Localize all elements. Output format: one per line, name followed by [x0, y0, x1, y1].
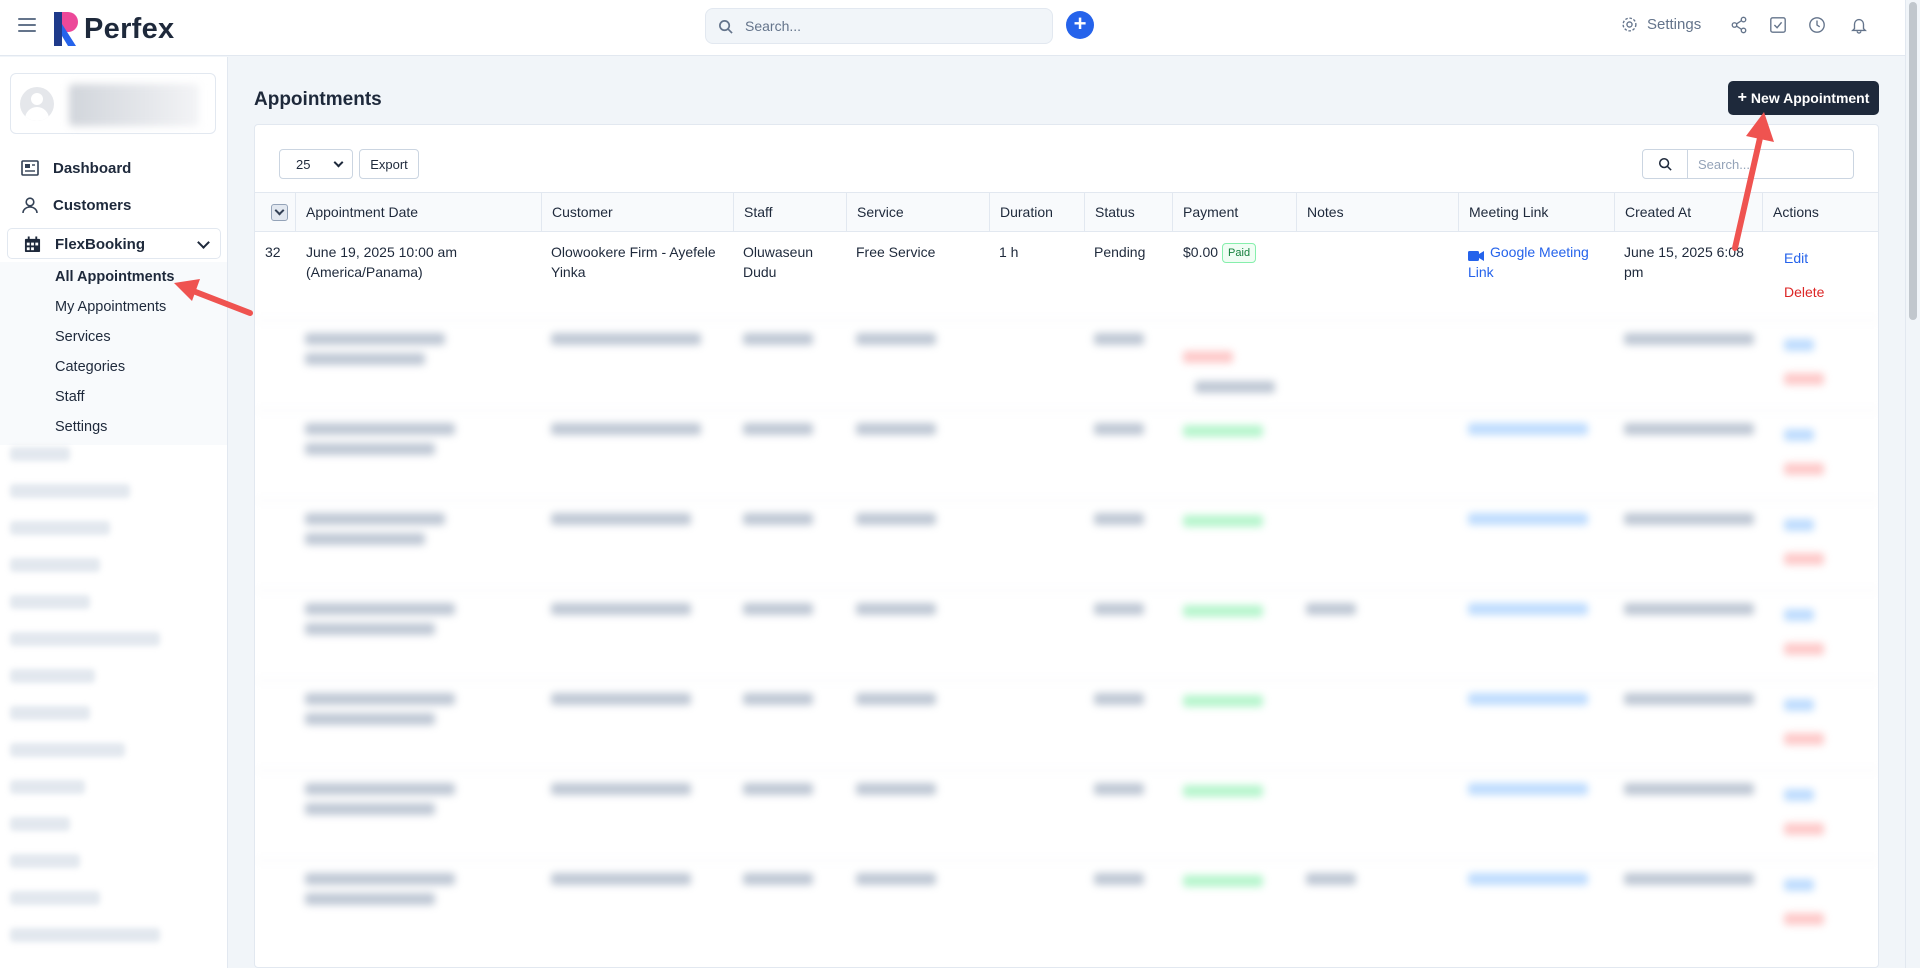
search-icon	[719, 19, 733, 34]
table-row[interactable]: 32 June 19, 2025 10:00 am (America/Panam…	[255, 232, 1878, 320]
column-header-meeting-link[interactable]: Meeting Link	[1458, 193, 1614, 231]
sidebar-item-label: Customers	[53, 196, 132, 214]
staff-name: Oluwaseun	[743, 244, 814, 260]
bell-icon[interactable]	[1850, 16, 1870, 36]
table-row	[255, 770, 1878, 860]
meeting-link-label: Google Meeting	[1490, 244, 1589, 260]
quick-create-button[interactable]: +	[1066, 11, 1094, 39]
avatar	[20, 87, 54, 121]
settings-link[interactable]: Settings	[1621, 16, 1701, 33]
status-cell: Pending	[1094, 244, 1146, 260]
status-badge: Paid	[1222, 243, 1257, 264]
row-id: 32	[265, 244, 281, 260]
duration-cell: 1 h	[999, 244, 1019, 260]
user-icon	[20, 195, 40, 215]
service-cell: Free Service	[856, 244, 936, 260]
staff-name-cont: Dudu	[743, 264, 777, 280]
gear-icon	[1622, 17, 1637, 32]
column-header-customer[interactable]: Customer	[541, 193, 733, 231]
column-header-service[interactable]: Service	[846, 193, 989, 231]
appointment-date-cell: June 19, 2025 10:00 am (America/Panama)	[306, 242, 457, 282]
payment-amount: $0.00	[1183, 244, 1219, 260]
customer-cell: Olowookere Firm - Ayefele Yinka	[551, 242, 716, 282]
settings-label: Settings	[1647, 16, 1702, 33]
page-title: Appointments	[254, 89, 382, 110]
table-row	[255, 680, 1878, 770]
global-search-input[interactable]: Search...	[705, 8, 1053, 44]
delete-link[interactable]: Delete	[1784, 284, 1824, 300]
column-header-status[interactable]: Status	[1084, 193, 1172, 231]
chevron-down-icon	[197, 236, 210, 249]
top-bar: Perfex Search... + Settings	[0, 0, 1905, 56]
sidebar: Dashboard Customers FlexBooking All Appo…	[0, 57, 228, 968]
page-length-value: 25	[296, 156, 311, 172]
edit-link[interactable]: Edit	[1784, 250, 1808, 266]
meeting-link-label-cont: Link	[1468, 264, 1494, 280]
column-header-appointment-date[interactable]: Appointment Date	[295, 193, 495, 231]
sidebar-item-label: Dashboard	[53, 159, 132, 177]
staff-cell: Oluwaseun Dudu	[743, 242, 813, 282]
share-icon[interactable]	[1730, 16, 1750, 36]
table-row	[255, 320, 1878, 410]
global-search-placeholder: Search...	[745, 18, 802, 34]
submenu-item-services[interactable]: Services	[55, 329, 111, 345]
annotation-arrow-icon	[174, 279, 253, 316]
redacted-table-rows	[255, 320, 1878, 967]
annotation-arrow-icon	[1732, 112, 1774, 251]
menu-icon[interactable]	[18, 18, 36, 32]
table-row	[255, 410, 1878, 500]
table-row	[255, 860, 1878, 950]
table-header: Appointment Date Customer Staff Service …	[255, 192, 1878, 232]
sidebar-group-header: FlexBooking	[22, 230, 145, 258]
submenu-item-my-appointments[interactable]: My Appointments	[55, 299, 166, 315]
column-header-duration[interactable]: Duration	[989, 193, 1084, 231]
app-logo[interactable]: Perfex	[54, 12, 174, 46]
submenu-item-categories[interactable]: Categories	[55, 359, 125, 375]
submenu-item-settings[interactable]: Settings	[55, 419, 107, 435]
sidebar-redacted-items	[10, 447, 220, 967]
table-row	[255, 590, 1878, 680]
column-header-notes[interactable]: Notes	[1296, 193, 1458, 231]
customer-name: Olowookere Firm - Ayefele	[551, 244, 716, 260]
chevron-down-icon	[333, 157, 344, 168]
calendar-icon	[22, 234, 42, 254]
search-icon	[1643, 150, 1688, 178]
page-scrollbar[interactable]	[1905, 0, 1920, 968]
sidebar-group-label: FlexBooking	[55, 235, 146, 253]
clock-icon[interactable]	[1808, 16, 1828, 36]
payment-cell: $0.00 Paid	[1183, 242, 1257, 264]
scrollbar-thumb[interactable]	[1909, 2, 1917, 320]
plus-icon: +	[1737, 89, 1747, 106]
user-profile-card[interactable]	[10, 73, 216, 134]
logo-text: Perfex	[84, 12, 175, 45]
video-camera-icon	[1468, 246, 1484, 262]
meeting-link[interactable]: Google Meeting Link	[1468, 242, 1589, 282]
new-appointment-label: New Appointment	[1750, 90, 1870, 106]
select-all-checkbox[interactable]	[271, 204, 288, 221]
sidebar-item-customers[interactable]: Customers	[20, 191, 131, 219]
tasks-check-icon[interactable]	[1769, 16, 1789, 36]
submenu-item-staff[interactable]: Staff	[55, 389, 85, 405]
created-at-cont: pm	[1624, 264, 1644, 280]
page-length-select[interactable]: 25	[279, 149, 353, 179]
export-button[interactable]: Export	[359, 149, 419, 179]
sidebar-group-flexbooking[interactable]: FlexBooking	[7, 228, 221, 259]
column-header-payment[interactable]: Payment	[1172, 193, 1296, 231]
column-header-staff[interactable]: Staff	[733, 193, 846, 231]
table-row	[255, 500, 1878, 590]
appointment-timezone: (America/Panama)	[306, 264, 423, 280]
sidebar-item-dashboard[interactable]: Dashboard	[20, 154, 131, 182]
logo-mark-icon	[54, 12, 78, 46]
customer-name-cont: Yinka	[551, 264, 586, 280]
submenu-item-all-appointments[interactable]: All Appointments	[55, 269, 174, 285]
dashboard-icon	[20, 158, 40, 178]
appointments-table-panel: 25 Export Search... Appointment Date Cus…	[254, 124, 1879, 968]
profile-info-redacted	[69, 84, 199, 126]
appointment-date: June 19, 2025 10:00 am	[306, 244, 458, 260]
